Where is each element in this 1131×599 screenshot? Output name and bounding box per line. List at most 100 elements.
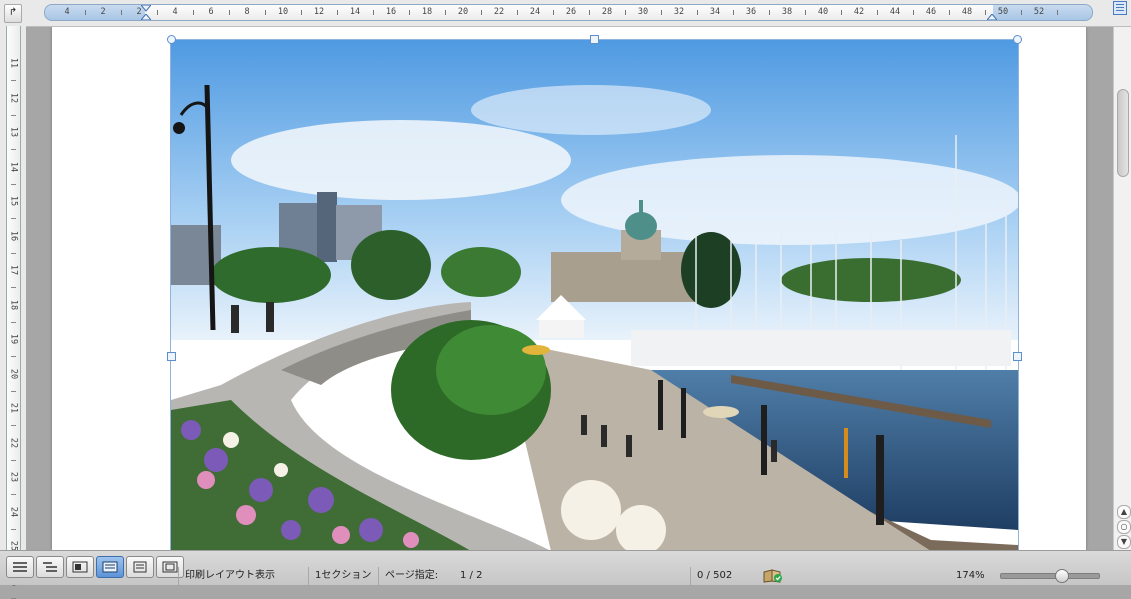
ruler-tick-label: 12 [8,92,19,103]
ruler-tick-mark [11,252,16,254]
resize-handle-top-right[interactable] [1013,35,1022,44]
ruler-tick-mark [193,10,194,15]
ruler-tick-mark [697,10,698,15]
ruler-tick-mark [985,10,986,15]
ruler-tick-mark [589,10,590,15]
document-page[interactable] [52,27,1086,550]
harbor-photo[interactable] [171,40,1018,550]
publishing-view-icon [72,561,88,573]
ruler-tick-label: 42 [853,7,865,17]
horizontal-ruler-bar: ↱ 4 2 2 4 6 8 10 12 14 16 18 20 22 24 26 28 30 32 34 36 38 40… [0,0,1131,27]
print-layout-view-button[interactable] [96,556,124,578]
ruler-tick-label: 16 [8,230,19,241]
harbor-photo-graphic [171,40,1018,550]
ruler-tick-mark [11,528,16,530]
ruler-tick-mark [11,80,16,81]
ruler-tick-mark [1057,10,1058,15]
ruler-toggle-icon[interactable] [1113,1,1127,15]
ruler-tick-label: 38 [781,7,793,17]
zoom-level[interactable]: 174% [950,567,985,585]
ruler-tick-label: 19 [8,333,19,345]
ruler-tick-mark [877,10,878,15]
right-indent-marker[interactable] [987,14,997,21]
scrollbar-thumb[interactable] [1117,89,1129,177]
ruler-tick-mark [517,10,518,15]
resize-handle-middle-right[interactable] [1013,352,1022,361]
ruler-tick-label: 36 [745,7,757,17]
left-indent-marker[interactable] [141,14,151,21]
zoom-slider-knob[interactable] [1055,569,1069,583]
ruler-tick-label: 4 [172,7,178,17]
ruler-tick-mark [11,597,16,599]
ruler-tick-label: 10 [277,7,289,17]
ruler-tick-label: 18 [8,299,19,310]
ruler-tick-mark [11,149,16,150]
status-bar: 印刷レイアウト表示 1セクション ページ指定: 1 / 2 0 / 502 17… [0,550,1131,585]
ruler-tick-mark [481,10,482,15]
ruler-tick-mark [661,10,662,15]
ruler-tick-label: 44 [889,7,901,17]
tab-stop-selector[interactable]: ↱ [4,4,22,23]
ruler-tick-mark [913,10,914,15]
ruler-tick-label: 11 [8,57,19,69]
previous-page-button[interactable]: ▲ [1117,505,1131,519]
ruler-tick-label: 26 [565,7,577,17]
ruler-tick-mark [11,459,16,461]
page-label: ページ指定: [378,567,438,585]
notebook-view-button[interactable] [126,556,154,578]
word-count[interactable]: 0 / 502 [690,567,732,585]
ruler-tick-mark [11,183,16,185]
resize-handle-top-middle[interactable] [590,35,599,44]
outline-view-button[interactable] [36,556,64,578]
ruler-tick-label: 14 [349,7,361,17]
ruler-tick-mark [445,10,446,15]
draft-view-button[interactable] [6,556,34,578]
ruler-tick-label: 32 [673,7,685,17]
notebook-view-icon [133,561,147,573]
ruler-tick-mark [11,321,16,323]
ruler-tick-label: 22 [493,7,505,17]
ruler-tick-mark [11,218,16,219]
ruler-tick-label: 20 [457,7,469,17]
ruler-tick-label: 6 [208,7,214,17]
ruler-tick-mark [11,425,16,426]
ruler-tick-mark [11,114,16,116]
ruler-tick-label: 23 [8,471,19,483]
vertical-ruler[interactable]: 11121314151617181920212223242526 [6,26,21,599]
ruler-tick-mark [769,10,770,15]
ruler-tick-label: 13 [8,126,19,138]
first-line-indent-marker[interactable] [141,5,151,13]
ruler-tick-mark [733,10,734,15]
ruler-tick-mark [11,356,16,357]
ruler-tick-label: 40 [817,7,829,17]
selected-image-frame[interactable] [170,39,1019,550]
zoom-slider[interactable] [1000,569,1100,583]
resize-handle-top-left[interactable] [167,35,176,44]
outline-view-icon [43,562,57,572]
ruler-tick-label: 21 [8,402,19,414]
page-indicator[interactable]: 1 / 2 [454,567,482,585]
ruler-tick-label: 18 [421,7,433,17]
ruler-tick-mark [85,10,86,15]
horizontal-ruler[interactable]: 4 2 2 4 6 8 10 12 14 16 18 20 22 24 26 28 30 32 34 36 38 40 42… [44,4,1093,21]
ruler-tick-label: 4 [64,7,70,17]
ruler-tick-label: 30 [637,7,649,17]
ruler-tick-label: 24 [8,506,19,517]
print-layout-view-icon [102,561,118,573]
next-page-button[interactable]: ▼ [1117,535,1131,549]
ruler-tick-label: 46 [925,7,937,17]
ruler-tick-label: 24 [529,7,541,17]
spell-check-book-icon[interactable] [763,569,783,583]
ruler-tick-mark [805,10,806,15]
ruler-tick-label: 20 [8,368,19,379]
ruler-tick-mark [373,10,374,15]
full-screen-view-icon [162,561,178,573]
browse-object-button[interactable]: ○ [1117,520,1131,534]
publishing-view-button[interactable] [66,556,94,578]
ruler-tick-mark [11,494,16,495]
ruler-tick-label: 2 [100,7,106,17]
view-mode-label: 印刷レイアウト表示 [178,567,275,585]
vertical-scrollbar[interactable]: ▲ ○ ▼ [1113,27,1131,550]
ruler-tick-label: 48 [961,7,973,17]
resize-handle-middle-left[interactable] [167,352,176,361]
